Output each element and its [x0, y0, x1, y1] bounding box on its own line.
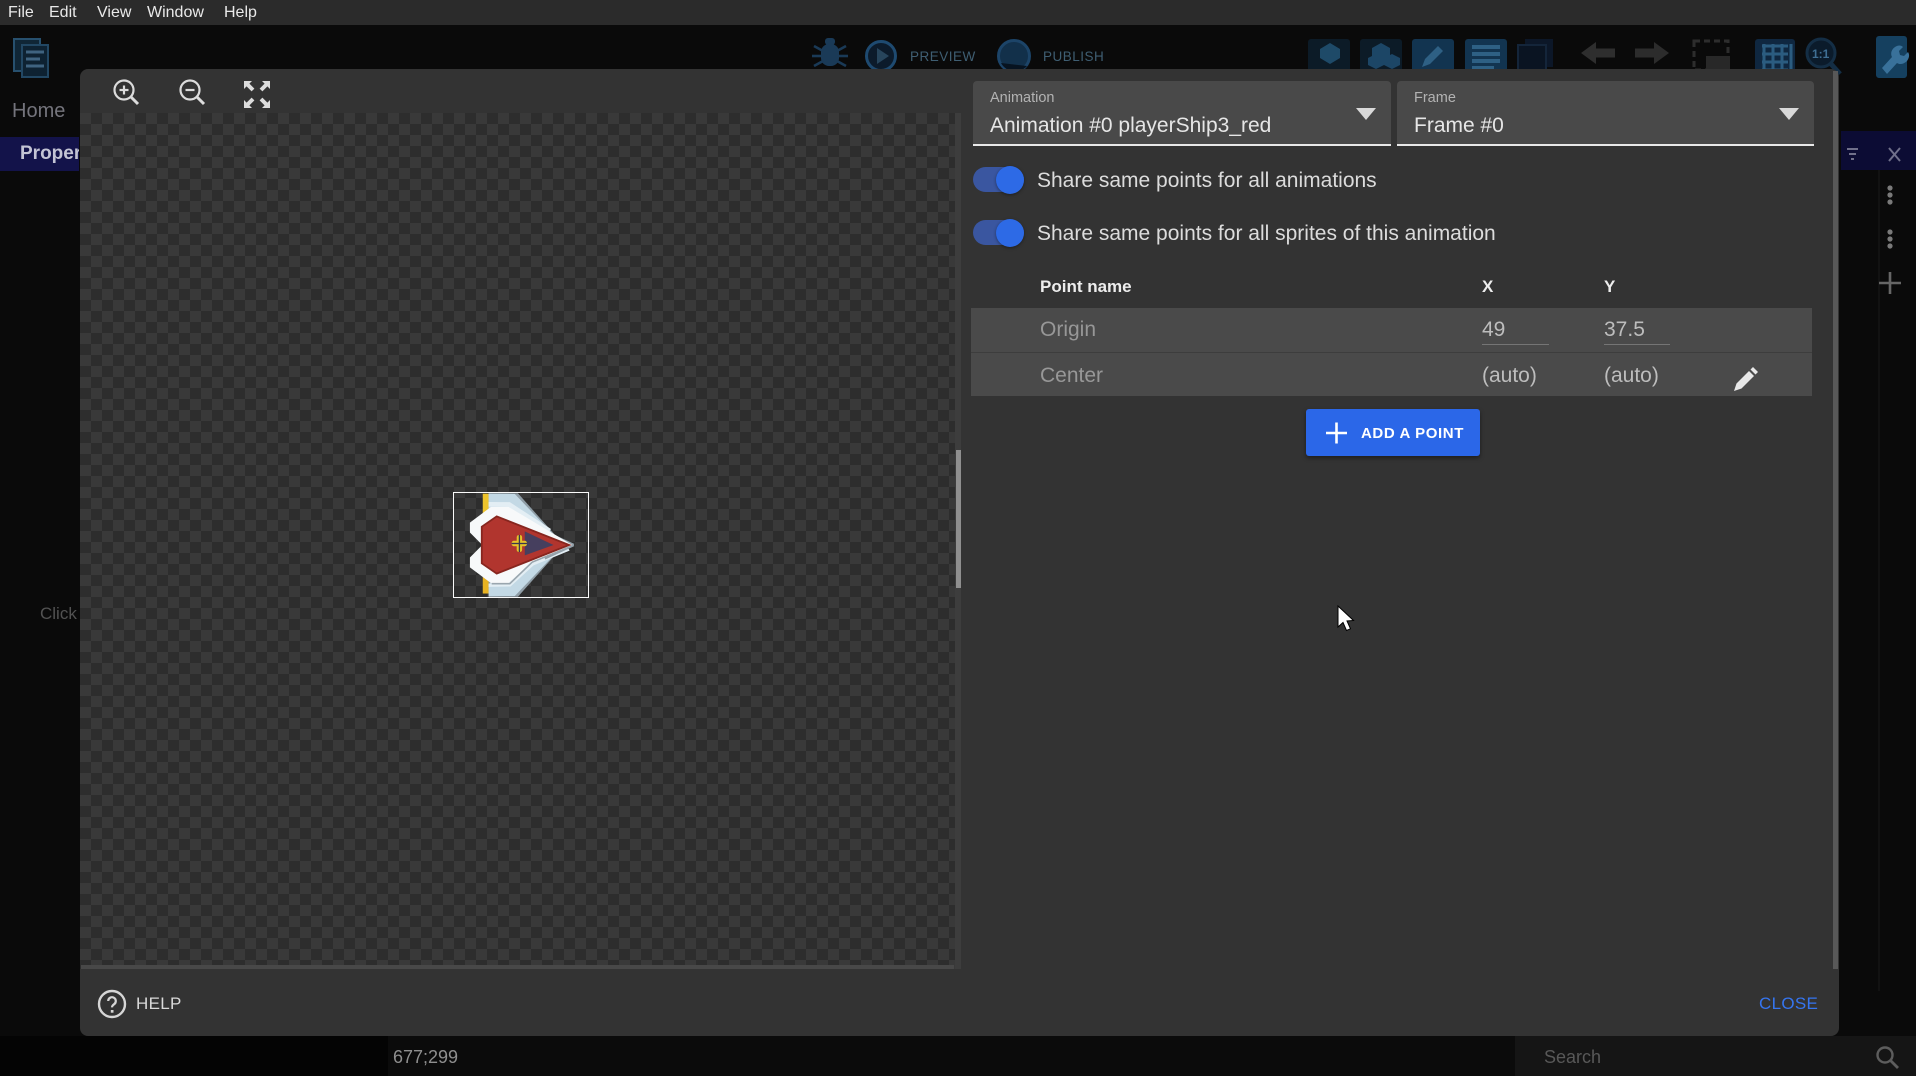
svg-text:1:1: 1:1: [1812, 47, 1830, 61]
svg-text:PREVIEW: PREVIEW: [910, 49, 976, 64]
svg-text:PUBLISH: PUBLISH: [1043, 49, 1104, 64]
